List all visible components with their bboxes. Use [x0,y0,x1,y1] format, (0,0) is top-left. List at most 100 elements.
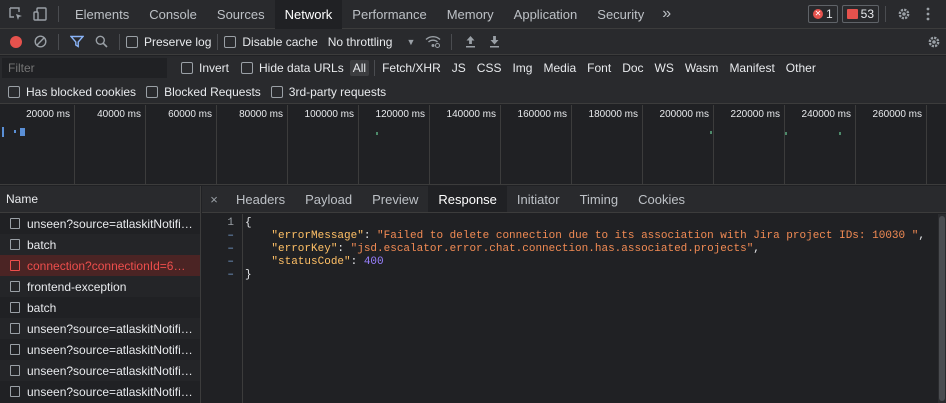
table-row[interactable]: unseen?source=atlaskitNotifi… [0,339,200,360]
record-button[interactable] [10,35,22,48]
divider [217,33,219,50]
request-name: frontend-exception [27,279,127,294]
json-string-value: "Failed to delete connection due to its … [377,230,919,242]
preserve-log-box[interactable] [126,35,138,48]
tick-label: 240000 ms [801,109,851,120]
invert-box[interactable] [181,62,193,74]
tick-label: 200000 ms [659,109,709,120]
tab-payload[interactable]: Payload [295,186,362,212]
filter-type-media[interactable]: Media [540,60,579,76]
issues-count-badge[interactable]: 53 [841,5,879,23]
timeline-tick: 180000 ms [572,105,643,185]
search-icon[interactable] [89,30,113,54]
filter-type-doc[interactable]: Doc [619,60,646,76]
json-line: "errorMessage": "Failed to delete connec… [271,230,925,242]
filter-type-ws[interactable]: WS [652,60,677,76]
hide-data-urls-box[interactable] [241,62,254,74]
filter-type-css[interactable]: CSS [474,60,505,76]
device-toolbar-icon[interactable] [28,2,52,26]
error-icon: ✕ [812,9,823,19]
line-gutter-marker: – [227,230,234,242]
hide-data-urls-label: Hide data URLs [259,61,344,75]
response-body[interactable]: 1 { – "errorMessage": "Failed to delete … [202,214,938,403]
more-options-icon[interactable] [916,2,940,26]
network-conditions-wifi-icon[interactable] [421,30,445,54]
network-settings-gear-icon[interactable] [922,30,946,54]
disable-cache-box[interactable] [224,35,237,48]
tab-headers[interactable]: Headers [226,186,295,212]
request-file-icon [10,239,20,250]
json-key: "errorKey" [271,243,338,255]
tab-application[interactable]: Application [504,0,588,29]
filter-type-all[interactable]: All [349,60,370,76]
name-column-header[interactable]: Name [0,186,200,213]
preserve-log-label: Preserve log [144,34,212,49]
vertical-scrollbar[interactable] [938,214,946,403]
hide-data-urls-checkbox[interactable]: Hide data URLs [241,61,344,75]
gear-icon[interactable] [892,2,916,26]
tab-security[interactable]: Security [587,0,654,29]
tab-timing[interactable]: Timing [570,186,629,212]
line-gutter-marker: – [227,256,234,268]
close-icon[interactable]: × [202,186,226,212]
more-tabs-chevron-icon[interactable]: » [654,0,679,29]
code-line: – "errorKey": "jsd.escalator.error.chat.… [202,243,938,256]
table-row[interactable]: connection?connectionId=6… [0,255,200,276]
request-file-icon [10,386,20,397]
tab-initiator[interactable]: Initiator [507,186,570,212]
import-har-upload-icon[interactable] [458,30,482,54]
tab-console[interactable]: Console [139,0,207,29]
preserve-log-checkbox[interactable]: Preserve log [126,35,211,49]
tab-memory[interactable]: Memory [437,0,504,29]
filter-type-fetch-xhr[interactable]: Fetch/XHR [379,60,444,76]
blocked-requests-box[interactable] [146,85,159,98]
throttling-select[interactable]: No throttling ▼ [328,35,416,49]
invert-checkbox[interactable]: Invert [181,61,229,75]
blocked-requests-checkbox[interactable]: Blocked Requests [146,85,261,99]
table-row[interactable]: batch [0,297,200,318]
clear-icon[interactable] [28,30,52,54]
tab-performance[interactable]: Performance [342,0,436,29]
filter-type-font[interactable]: Font [584,60,614,76]
table-row[interactable]: unseen?source=atlaskitNotifi… [0,213,200,234]
table-row[interactable]: unseen?source=atlaskitNotifi… [0,381,200,402]
filter-type-other[interactable]: Other [783,60,819,76]
filter-type-js[interactable]: JS [449,60,469,76]
filter-type-manifest[interactable]: Manifest [726,60,777,76]
tab-preview[interactable]: Preview [362,186,428,212]
disable-cache-checkbox[interactable]: Disable cache [224,35,318,49]
inspect-element-icon[interactable] [4,2,28,26]
tab-response[interactable]: Response [428,186,507,212]
request-details-panel: × Headers Payload Preview Response Initi… [202,186,946,403]
line-gutter-marker: – [227,269,234,281]
tab-sources[interactable]: Sources [207,0,275,29]
request-bar [839,132,841,135]
json-number-value: 400 [363,256,384,268]
timeline-tick: 80000 ms [217,105,288,185]
scrollbar-thumb[interactable] [939,216,945,401]
has-blocked-cookies-box[interactable] [8,85,20,98]
table-row[interactable]: frontend-exception [0,276,200,297]
has-blocked-cookies-checkbox[interactable]: Has blocked cookies [8,85,136,99]
export-har-download-icon[interactable] [482,30,506,54]
filter-input[interactable] [2,58,167,78]
filter-type-wasm[interactable]: Wasm [682,60,722,76]
request-name: unseen?source=atlaskitNotifi… [27,363,193,378]
third-party-requests-box[interactable] [270,85,283,98]
line-number: 1 [227,217,234,229]
filter-type-img[interactable]: Img [509,60,535,76]
tab-elements[interactable]: Elements [65,0,139,29]
network-overview-timeline[interactable]: 20000 ms 40000 ms 60000 ms 80000 ms 1000… [0,105,946,185]
tab-network[interactable]: Network [274,0,343,29]
table-row[interactable]: batch [0,234,200,255]
tab-cookies[interactable]: Cookies [628,186,695,212]
table-row[interactable]: unseen?source=atlaskitNotifi… [0,360,200,381]
filter-icon[interactable] [65,30,89,54]
timeline-tick: 220000 ms [714,105,785,185]
code-line: – } [202,269,938,282]
error-count-badge[interactable]: ✕ 1 [807,5,838,23]
third-party-requests-checkbox[interactable]: 3rd-party requests [270,84,387,99]
third-party-requests-label: 3rd-party requests [288,84,387,99]
table-row[interactable]: unseen?source=atlaskitNotifi… [0,318,200,339]
json-close-brace: } [245,269,252,281]
